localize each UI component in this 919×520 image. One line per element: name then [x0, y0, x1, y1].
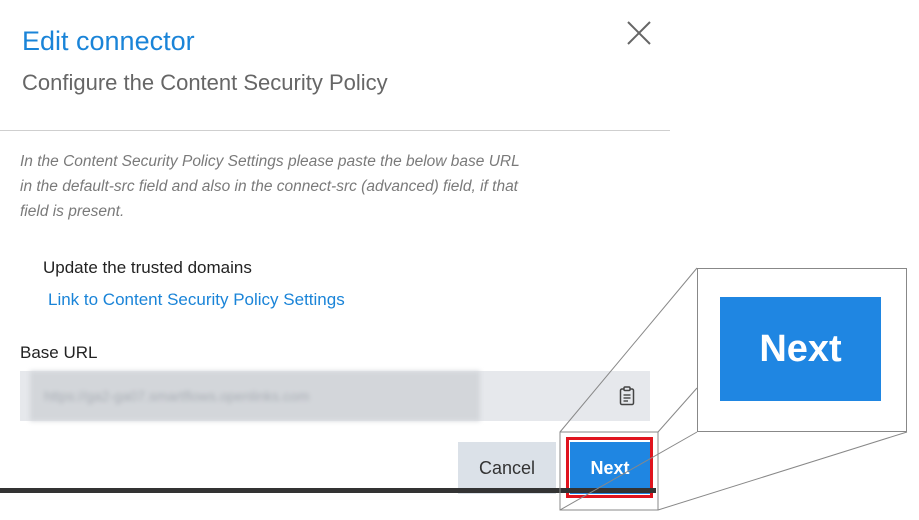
- close-icon: [627, 21, 651, 45]
- dialog-subtitle: Configure the Content Security Policy: [22, 70, 388, 95]
- base-url-label: Base URL: [20, 343, 98, 362]
- instructions-line: in the default-src field and also in the…: [20, 178, 518, 195]
- instructions-line: In the Content Security Policy Settings …: [20, 153, 520, 170]
- edit-connector-dialog: Edit connector Configure the Content Sec…: [0, 0, 670, 498]
- csp-settings-link[interactable]: Link to Content Security Policy Settings: [48, 290, 345, 310]
- header-divider: [0, 130, 670, 131]
- clipboard-icon: [619, 386, 635, 406]
- instructions-line: field is present.: [20, 203, 125, 220]
- base-url-field[interactable]: https://ga2-ga07.smartflows.openlinks.co…: [20, 371, 650, 421]
- close-button[interactable]: [624, 18, 654, 48]
- cancel-button[interactable]: Cancel: [458, 442, 556, 494]
- zoomed-next-button: Next: [720, 297, 881, 401]
- dialog-title: Edit connector: [22, 26, 195, 56]
- zoom-callout-panel: Next: [697, 268, 907, 432]
- next-button[interactable]: Next: [570, 442, 650, 494]
- instructions-text: In the Content Security Policy Settings …: [20, 149, 660, 224]
- base-url-value: https://ga2-ga07.smartflows.openlinks.co…: [30, 371, 480, 421]
- bottom-edge-bar: [0, 488, 656, 493]
- copy-url-button[interactable]: [604, 371, 650, 421]
- trusted-domains-label: Update the trusted domains: [43, 258, 252, 277]
